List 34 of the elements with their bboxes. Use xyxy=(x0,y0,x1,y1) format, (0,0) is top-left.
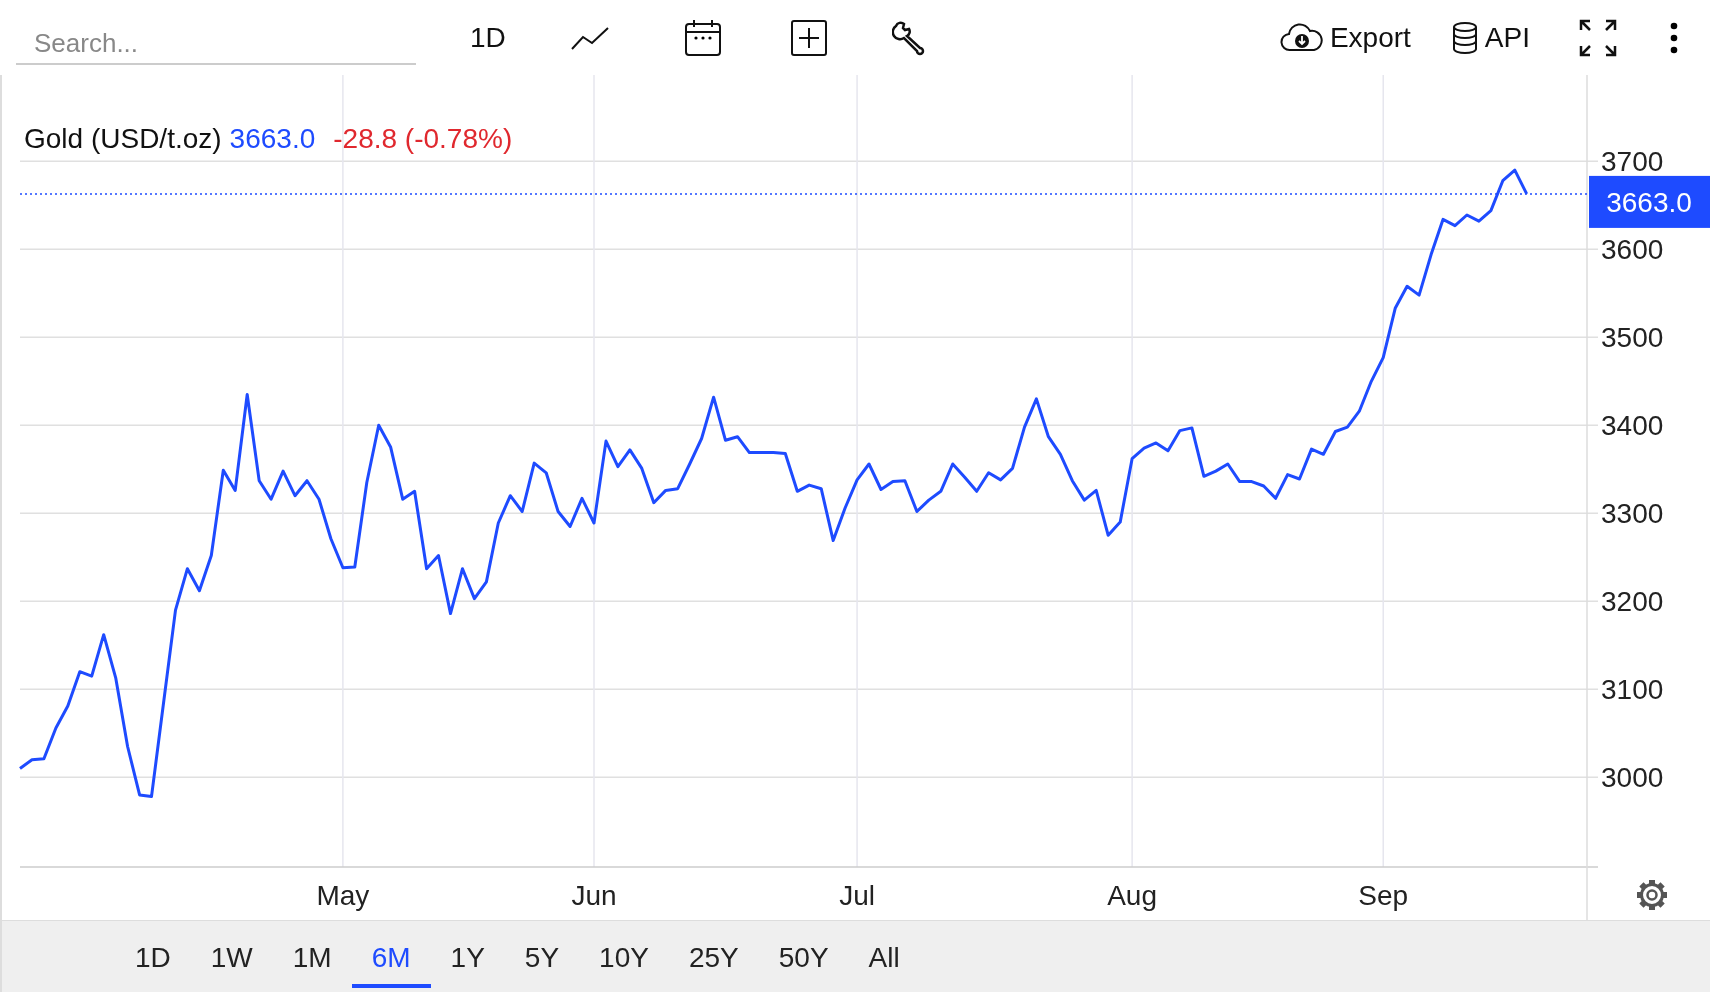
range-tab[interactable]: 10Y xyxy=(579,921,669,988)
api-button[interactable]: API xyxy=(1444,16,1536,59)
x-axis-label: Jun xyxy=(571,880,617,911)
y-axis-label: 3600 xyxy=(1601,234,1664,266)
export-button[interactable]: Export xyxy=(1273,17,1417,58)
x-axis-label: Jul xyxy=(839,880,875,911)
y-axis-label: 3400 xyxy=(1601,410,1664,442)
interval-button[interactable]: 1D xyxy=(464,17,512,58)
legend-name: Gold (USD/t.oz) xyxy=(24,123,222,155)
range-tab[interactable]: 5Y xyxy=(504,921,580,988)
ref-line-label: 3663.0 xyxy=(1606,186,1692,218)
y-axis-label: 3300 xyxy=(1601,498,1664,530)
cloud-download-icon xyxy=(1279,22,1324,53)
range-tab[interactable]: All xyxy=(848,921,920,988)
x-axis-label: Aug xyxy=(1107,880,1157,911)
range-tab[interactable]: 1Y xyxy=(430,921,505,988)
x-axis-label: May xyxy=(316,880,370,911)
range-tab[interactable]: 1M xyxy=(272,921,352,988)
range-tab[interactable]: 50Y xyxy=(758,921,849,988)
range-tab[interactable]: 1W xyxy=(190,921,273,988)
y-axis-label: 3000 xyxy=(1601,762,1664,794)
y-axis-label: 3500 xyxy=(1601,322,1664,354)
database-icon xyxy=(1450,20,1479,55)
range-tab[interactable]: 1D xyxy=(115,921,191,988)
legend-change: -28.8 (-0.78%) xyxy=(333,123,513,155)
range-tab[interactable]: 25Y xyxy=(668,921,759,988)
settings-icon[interactable] xyxy=(1634,877,1670,913)
legend-price: 3663.0 xyxy=(229,123,316,155)
range-tab[interactable]: 6M xyxy=(351,921,431,988)
y-axis-label: 3700 xyxy=(1601,146,1664,178)
y-axis-label: 3100 xyxy=(1601,674,1664,706)
last-price-tag: 3663.0 xyxy=(1589,175,1710,228)
x-axis-label: Sep xyxy=(1358,880,1409,911)
y-axis-label: 3200 xyxy=(1601,586,1664,618)
